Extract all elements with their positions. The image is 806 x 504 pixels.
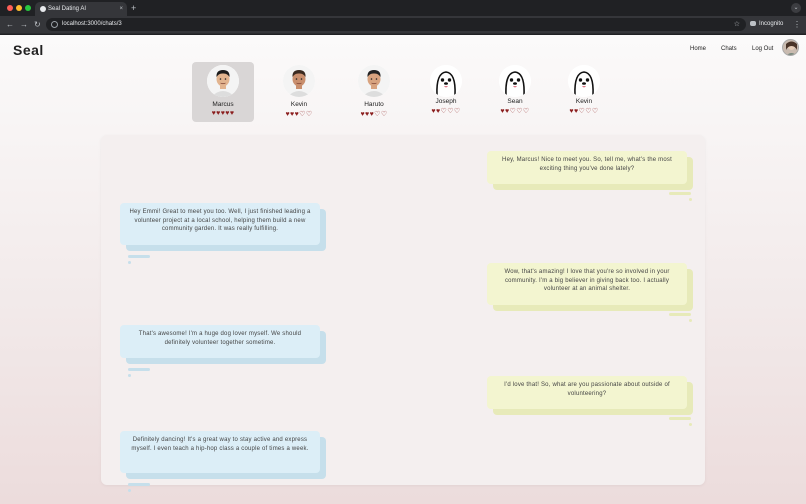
bubble-tail-decoration — [128, 374, 131, 377]
bubble-tail-decoration — [128, 261, 131, 264]
matches-strip: Marcus ♥♥♥♥♥ Kevin ♥♥♥♡♡ Haruto ♥♥♥♡♡ Joseph ♥♥… — [192, 62, 622, 122]
user-photo-icon — [783, 40, 798, 55]
reload-icon[interactable]: ↻ — [34, 18, 41, 32]
browser-tab-active[interactable]: Seal Dating AI × — [35, 2, 127, 16]
url-text[interactable]: localhost:3000/chats/3 — [62, 18, 122, 31]
tab-title: Seal Dating AI — [48, 6, 87, 12]
match-name: Kevin — [575, 98, 593, 105]
match-card-sean[interactable]: Sean ♥♥♡♡♡ — [484, 62, 546, 122]
person-portrait-icon — [358, 65, 390, 97]
match-name: Marcus — [212, 101, 234, 108]
browser-toolbar: ← → ↻ localhost:3000/chats/3 ☆ Incognito… — [0, 16, 806, 34]
minimize-window-button[interactable] — [16, 5, 22, 11]
match-avatar — [568, 65, 600, 97]
back-arrow-icon[interactable]: ← — [6, 18, 14, 32]
bookmark-star-icon[interactable]: ☆ — [734, 18, 740, 31]
heart-rating-icon: ♥♥♥♡♡ — [285, 111, 313, 118]
app-logo[interactable]: Seal — [13, 42, 44, 58]
bubble-tail-decoration — [128, 368, 150, 371]
match-card-kevin[interactable]: Kevin ♥♥♥♡♡ — [268, 62, 330, 122]
match-name: Sean — [507, 98, 523, 105]
nav-logout-link[interactable]: Log Out — [752, 46, 773, 52]
match-avatar — [430, 65, 462, 97]
seal-avatar-icon — [430, 65, 462, 97]
nav-home-link[interactable]: Home — [690, 46, 706, 52]
match-name: Kevin — [290, 101, 308, 108]
match-card-haruto[interactable]: Haruto ♥♥♥♡♡ — [343, 62, 405, 122]
bubble-tail-decoration — [128, 255, 150, 258]
heart-rating-icon: ♥♥♥♡♡ — [360, 111, 388, 118]
new-tab-button[interactable]: + — [131, 1, 136, 15]
match-avatar — [207, 65, 239, 97]
maximize-window-button[interactable] — [25, 5, 31, 11]
incognito-icon — [750, 20, 756, 26]
bubble-tail-decoration — [669, 417, 691, 420]
sent-message: I'd love that! So, what are you passiona… — [487, 376, 687, 409]
favicon-icon — [40, 6, 46, 12]
bubble-tail-decoration — [689, 423, 692, 426]
match-card-kevin[interactable]: Kevin ♥♥♡♡♡ — [553, 62, 615, 122]
incognito-indicator[interactable]: Incognito — [750, 18, 783, 31]
bubble-tail-decoration — [689, 319, 692, 322]
sent-message: Hey, Marcus! Nice to meet you. So, tell … — [487, 151, 687, 184]
match-avatar — [283, 65, 315, 97]
sent-message: Wow, that's amazing! I love that you're … — [487, 263, 687, 305]
tab-search-button[interactable]: ⌄ — [791, 3, 801, 13]
user-avatar[interactable] — [782, 39, 799, 56]
heart-rating-icon: ♥♥♡♡♡ — [569, 108, 599, 115]
match-name: Joseph — [435, 98, 457, 105]
received-message: Definitely dancing! It's a great way to … — [120, 431, 320, 473]
received-message: That's awesome! I'm a huge dog lover mys… — [120, 325, 320, 358]
nav-chats-link[interactable]: Chats — [721, 46, 737, 52]
received-message: Hey Emmi! Great to meet you too. Well, I… — [120, 203, 320, 245]
browser-tab-bar: Seal Dating AI × + ⌄ — [0, 0, 806, 16]
browser-menu-icon[interactable]: ⋮ — [793, 18, 801, 31]
heart-rating-icon: ♥♥♡♡♡ — [431, 108, 461, 115]
seal-avatar-icon — [568, 65, 600, 97]
heart-rating-icon: ♥♥♥♥♥ — [211, 110, 235, 117]
forward-arrow-icon[interactable]: → — [20, 18, 28, 32]
bubble-tail-decoration — [669, 192, 691, 195]
seal-avatar-icon — [499, 65, 531, 97]
address-bar[interactable]: localhost:3000/chats/3 ☆ — [46, 18, 746, 31]
match-card-joseph[interactable]: Joseph ♥♥♡♡♡ — [415, 62, 477, 122]
app-page: Seal Home Chats Log Out Marcus ♥♥♥♥♥ Kevin… — [0, 35, 806, 504]
bubble-tail-decoration — [669, 313, 691, 316]
person-portrait-icon — [207, 65, 239, 97]
chat-panel: Hey, Marcus! Nice to meet you. So, tell … — [101, 135, 705, 492]
bubble-tail-decoration — [689, 198, 692, 201]
incognito-label: Incognito — [759, 21, 784, 27]
close-window-button[interactable] — [7, 5, 13, 11]
heart-rating-icon: ♥♥♡♡♡ — [500, 108, 530, 115]
match-avatar — [499, 65, 531, 97]
match-name: Haruto — [364, 101, 384, 108]
match-avatar — [358, 65, 390, 97]
match-card-marcus[interactable]: Marcus ♥♥♥♥♥ — [192, 62, 254, 122]
person-portrait-icon — [283, 65, 315, 97]
site-info-icon[interactable] — [51, 21, 58, 28]
bubble-tail-decoration — [128, 483, 150, 486]
close-tab-icon[interactable]: × — [119, 2, 123, 16]
bubble-tail-decoration — [128, 489, 131, 492]
